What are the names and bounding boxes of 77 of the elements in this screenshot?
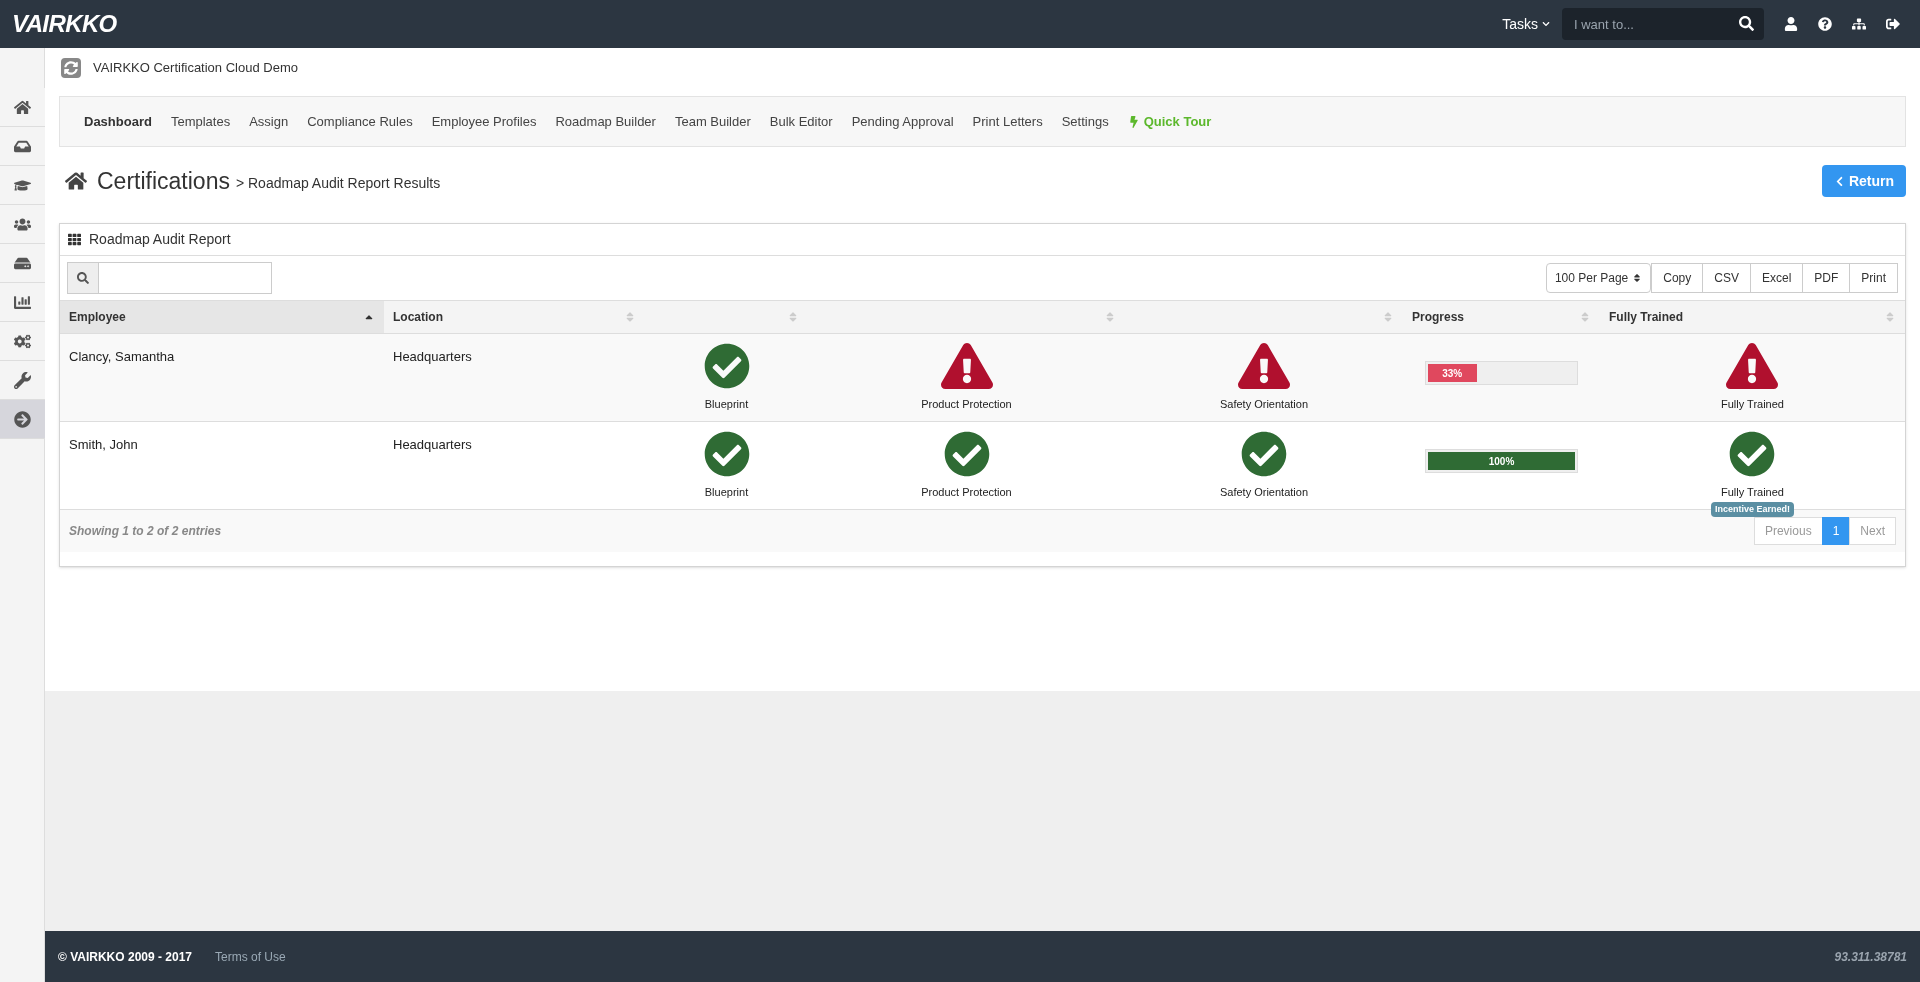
search-icon bbox=[77, 272, 89, 284]
sidebar-item[interactable] bbox=[0, 205, 45, 244]
user-icon[interactable] bbox=[1784, 17, 1798, 31]
refresh-icon[interactable] bbox=[61, 58, 81, 78]
wrench-icon bbox=[14, 371, 31, 389]
sitemap-icon[interactable] bbox=[1852, 17, 1866, 31]
certification-label: Safety Orientation bbox=[1219, 397, 1309, 412]
caret-icon bbox=[1542, 20, 1550, 28]
sort-icon bbox=[1104, 311, 1116, 323]
nav-link[interactable]: Pending Approval bbox=[851, 111, 954, 132]
sidebar-item[interactable] bbox=[0, 400, 45, 439]
bar-chart-icon bbox=[14, 293, 31, 311]
table-cell: Headquarters bbox=[393, 349, 472, 364]
brand-logo: VAIRKKO bbox=[12, 9, 117, 39]
search-icon[interactable] bbox=[1739, 16, 1754, 31]
sort-icon bbox=[1382, 311, 1394, 323]
gears-icon bbox=[14, 332, 31, 350]
sidebar-item[interactable] bbox=[0, 88, 45, 127]
export-button[interactable]: Copy bbox=[1651, 263, 1704, 293]
column-header[interactable]: Employee bbox=[60, 301, 384, 333]
search-field[interactable]: I want to... bbox=[1562, 8, 1764, 40]
progress-reading: 100% bbox=[1488, 454, 1515, 469]
organization-name: VAIRKKO Certification Cloud Demo bbox=[93, 59, 298, 78]
export-button[interactable]: Print bbox=[1849, 263, 1898, 293]
panel-title: Roadmap Audit Report bbox=[89, 230, 231, 249]
export-button[interactable]: Excel bbox=[1749, 263, 1804, 293]
sign-out-icon[interactable] bbox=[1886, 17, 1900, 31]
home-icon bbox=[14, 98, 31, 116]
progress-reading: 33% bbox=[1442, 366, 1463, 381]
export-button[interactable]: CSV bbox=[1702, 263, 1751, 293]
certification-label: Fully Trained bbox=[1721, 485, 1784, 500]
nav-link[interactable]: Dashboard bbox=[84, 111, 152, 132]
sort-icon bbox=[1632, 273, 1643, 283]
sidebar-item[interactable] bbox=[0, 283, 45, 322]
terms-link[interactable]: Terms of Use bbox=[215, 947, 286, 966]
nav-link[interactable]: Bulk Editor bbox=[769, 111, 833, 132]
sidebar-item[interactable] bbox=[0, 166, 45, 205]
version-number: 93.311.38781 bbox=[1834, 948, 1907, 966]
certification-label: Blueprint bbox=[704, 485, 749, 500]
sidebar-item[interactable] bbox=[0, 361, 45, 400]
sidebar-item[interactable] bbox=[0, 322, 45, 361]
nav-link[interactable]: Print Letters bbox=[972, 111, 1043, 132]
table-cell: Smith, John bbox=[69, 437, 138, 452]
table-cell: Clancy, Samantha bbox=[69, 349, 175, 364]
arrow-right-icon bbox=[14, 410, 31, 428]
certification-label: Safety Orientation bbox=[1219, 485, 1309, 500]
breadcrumb: > Roadmap Audit Report Results bbox=[235, 173, 441, 193]
page-size-select[interactable]: 100 Per Page bbox=[1545, 263, 1652, 293]
certification-label: Product Protection bbox=[921, 397, 1012, 412]
sort-icon bbox=[624, 311, 636, 323]
nav-link[interactable]: Assign bbox=[249, 111, 289, 132]
sort-icon bbox=[1579, 311, 1591, 323]
home-icon bbox=[65, 170, 87, 192]
certification-label: Blueprint bbox=[704, 397, 749, 412]
certification-label: Fully Trained bbox=[1721, 397, 1784, 412]
tasks-menu[interactable]: Tasks bbox=[1502, 13, 1550, 35]
sidebar-item[interactable] bbox=[0, 127, 45, 166]
nav-link[interactable]: Compliance Rules bbox=[307, 111, 413, 132]
copyright: © VAIRKKO 2009 - 2017 bbox=[58, 948, 192, 966]
grid-icon bbox=[68, 233, 81, 246]
help-icon[interactable] bbox=[1818, 17, 1832, 31]
nav-link[interactable]: Employee Profiles bbox=[431, 111, 537, 132]
table-cell: Headquarters bbox=[393, 437, 472, 452]
nav-link[interactable]: Roadmap Builder bbox=[555, 111, 656, 132]
table-search-field[interactable] bbox=[99, 262, 272, 294]
sidebar-item[interactable] bbox=[0, 244, 45, 283]
nav-link[interactable]: Team Builder bbox=[674, 111, 751, 132]
sort-icon bbox=[787, 311, 799, 323]
search-button[interactable] bbox=[67, 262, 99, 294]
incentive-badge: Incentive Earned! bbox=[1711, 501, 1794, 517]
export-button[interactable]: PDF bbox=[1802, 263, 1851, 293]
certification-label: Product Protection bbox=[921, 485, 1012, 500]
nav-link[interactable]: Templates bbox=[170, 111, 231, 132]
lightning-icon bbox=[1127, 115, 1140, 128]
nav-link[interactable]: Settings bbox=[1061, 111, 1109, 132]
sort-icon bbox=[1884, 311, 1896, 323]
page-title: Certifications bbox=[97, 166, 230, 196]
